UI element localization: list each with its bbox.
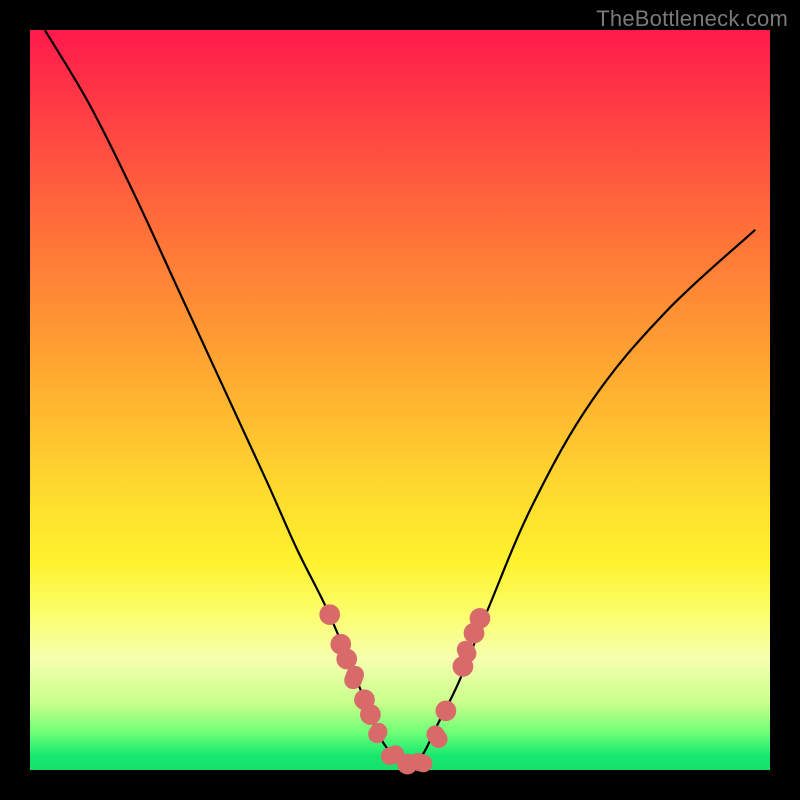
curve-layer (30, 30, 770, 770)
chart-frame: TheBottleneck.com (0, 0, 800, 800)
bottleneck-curve (45, 30, 755, 766)
curve-marker-dot (319, 604, 340, 625)
watermark-text: TheBottleneck.com (596, 6, 788, 32)
plot-area (30, 30, 770, 770)
curve-marker-dot (436, 700, 457, 721)
curve-marker-dot (360, 704, 381, 725)
curve-marker-dot (470, 608, 491, 629)
marker-layer (319, 604, 490, 774)
